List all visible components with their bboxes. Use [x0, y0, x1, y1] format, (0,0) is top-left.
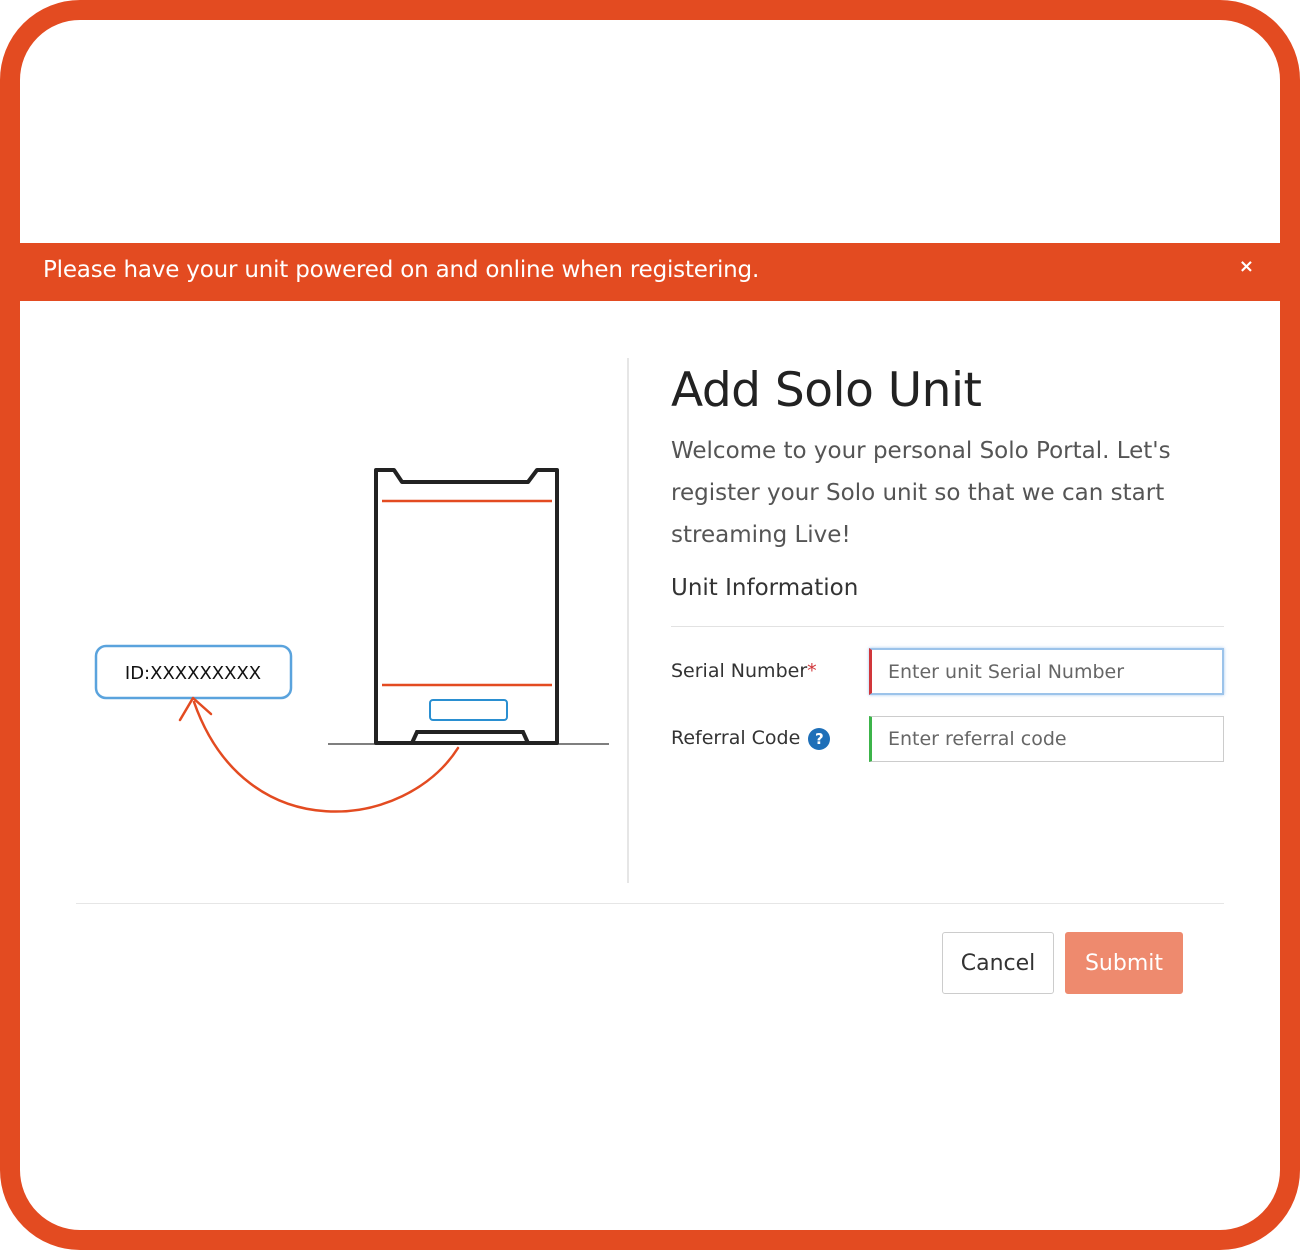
help-icon[interactable]: ?	[808, 727, 831, 750]
app-frame: Please have your unit powered on and onl…	[0, 0, 1300, 1250]
cancel-button[interactable]: Cancel	[942, 932, 1054, 994]
required-marker: *	[807, 660, 817, 682]
serial-number-label-text: Serial Number	[671, 660, 808, 682]
page-title: Add Solo Unit	[671, 363, 982, 418]
notice-banner: Please have your unit powered on and onl…	[20, 243, 1280, 301]
referral-code-label: Referral Code?	[671, 727, 831, 750]
close-icon[interactable]: ×	[1239, 255, 1254, 279]
submit-button[interactable]: Submit	[1065, 932, 1183, 994]
device-illustration: ID:XXXXXXXXX	[94, 468, 609, 813]
intro-text: Welcome to your personal Solo Portal. Le…	[671, 438, 1171, 548]
section-title: Unit Information	[671, 575, 859, 601]
notice-banner-text: Please have your unit powered on and onl…	[43, 257, 760, 283]
referral-code-label-text: Referral Code	[671, 727, 801, 749]
device-id-slot	[429, 699, 508, 721]
section-divider	[671, 626, 1224, 627]
vertical-divider	[627, 358, 629, 883]
serial-number-label: Serial Number*	[671, 660, 817, 682]
id-label-text: ID:XXXXXXXXX	[125, 663, 261, 684]
footer-divider	[76, 903, 1224, 904]
serial-number-input[interactable]	[869, 648, 1224, 695]
referral-code-input[interactable]	[869, 716, 1224, 762]
